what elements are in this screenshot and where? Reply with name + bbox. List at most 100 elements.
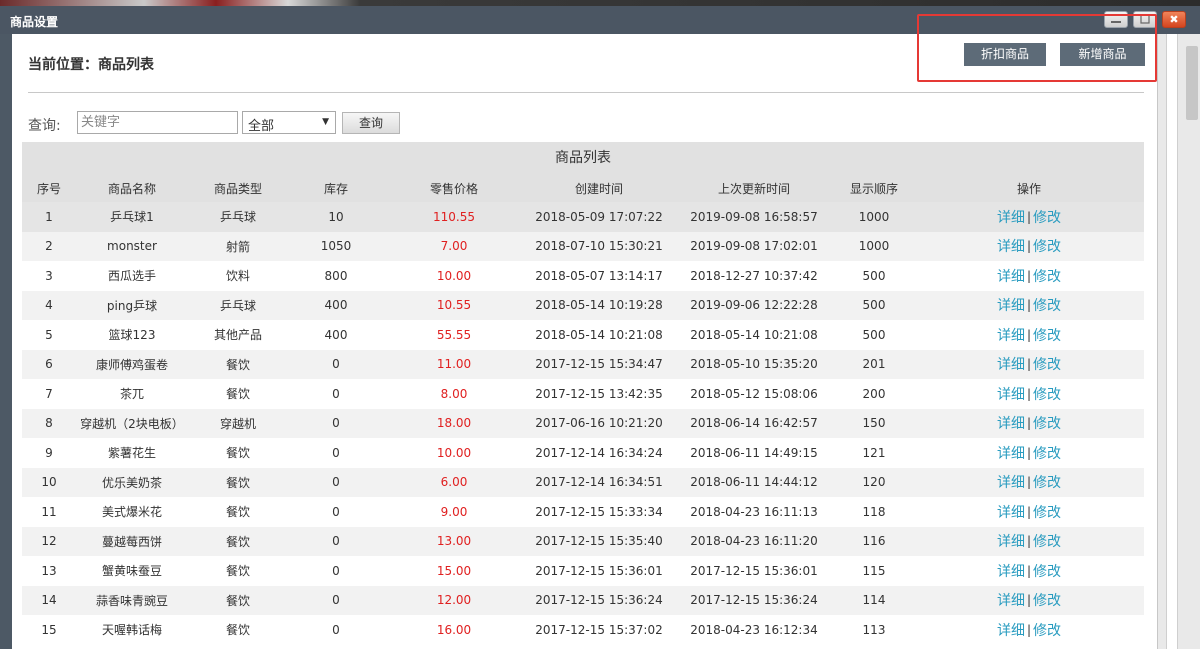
cell-updated: 2018-04-23 16:12:34 <box>690 622 818 637</box>
edit-link[interactable]: 修改 <box>1033 266 1061 286</box>
edit-link[interactable]: 修改 <box>1033 325 1061 345</box>
detail-link[interactable]: 详细 <box>997 502 1025 522</box>
scrollbar-track[interactable] <box>1166 34 1178 649</box>
edit-link[interactable]: 修改 <box>1033 354 1061 374</box>
cell-name: 蟹黄味蚕豆 <box>101 564 162 579</box>
detail-link[interactable]: 详细 <box>997 443 1025 463</box>
cell-no: 12 <box>41 534 57 549</box>
cell-created: 2018-05-14 10:19:28 <box>535 298 663 313</box>
maximize-button[interactable] <box>1133 11 1157 28</box>
minimize-button[interactable] <box>1104 11 1128 28</box>
type-select-value: 全部 <box>248 119 275 134</box>
table-row: 12 蔓越莓西饼 餐饮 0 13.00 2017-12-15 15:35:40 2018-0… <box>22 526 1144 556</box>
close-icon: ✖ <box>1169 13 1179 26</box>
cell-type: 餐饮 <box>225 475 250 490</box>
edit-link[interactable]: 修改 <box>1033 413 1061 433</box>
cell-price: 18.00 <box>436 416 472 431</box>
cell-price: 16.00 <box>436 622 472 637</box>
table-row: 14 蒜香味青豌豆 餐饮 0 12.00 2017-12-15 15:36:24 2017-… <box>22 585 1144 615</box>
cell-price: 10.00 <box>436 445 472 460</box>
cell-actions: 详细 | 修改 <box>954 232 1104 262</box>
cell-price: 11.00 <box>436 357 472 372</box>
cell-created: 2017-12-15 15:36:01 <box>535 563 663 578</box>
column-header-type: 商品类型 <box>213 182 262 196</box>
titlebar[interactable]: 商品设置 ✖ <box>0 6 1200 34</box>
cell-order: 118 <box>862 504 886 519</box>
close-button[interactable]: ✖ <box>1162 11 1186 28</box>
table-row: 7 茶兀 餐饮 0 8.00 2017-12-15 13:42:35 2018-05-12 … <box>22 379 1144 409</box>
detail-link[interactable]: 详细 <box>997 384 1025 404</box>
cell-type: 餐饮 <box>225 623 250 638</box>
cell-name: 穿越机（2块电板） <box>80 416 184 431</box>
cell-type: 其他产品 <box>213 328 262 343</box>
cell-order: 120 <box>862 475 886 490</box>
edit-link[interactable]: 修改 <box>1033 443 1061 463</box>
cell-actions: 详细 | 修改 <box>954 438 1104 468</box>
edit-link[interactable]: 修改 <box>1033 561 1061 581</box>
cell-order: 150 <box>862 416 886 431</box>
cell-updated: 2017-12-15 15:36:01 <box>690 563 818 578</box>
cell-created: 2017-12-15 15:33:34 <box>535 504 663 519</box>
cell-price: 15.00 <box>436 563 472 578</box>
edit-link[interactable]: 修改 <box>1033 295 1061 315</box>
edit-link[interactable]: 修改 <box>1033 502 1061 522</box>
edit-link[interactable]: 修改 <box>1033 207 1061 227</box>
cell-created: 2018-05-14 10:21:08 <box>535 327 663 342</box>
detail-link[interactable]: 详细 <box>997 236 1025 256</box>
edit-link[interactable]: 修改 <box>1033 384 1061 404</box>
cell-type: 餐饮 <box>225 505 250 520</box>
cell-order: 500 <box>862 268 886 283</box>
detail-link[interactable]: 详细 <box>997 295 1025 315</box>
cell-order: 116 <box>862 534 886 549</box>
table-row: 2 monster 射箭 1050 7.00 2018-07-10 15:30:21 201… <box>22 231 1144 262</box>
cell-name: 优乐美奶茶 <box>101 475 162 490</box>
cell-updated: 2018-12-27 10:37:42 <box>690 268 818 283</box>
detail-link[interactable]: 详细 <box>997 531 1025 551</box>
edit-link[interactable]: 修改 <box>1033 590 1061 610</box>
cell-type: 射箭 <box>225 239 250 254</box>
cell-name: monster <box>107 239 157 254</box>
detail-link[interactable]: 详细 <box>997 413 1025 433</box>
maximize-icon <box>1134 12 1156 27</box>
cell-updated: 2018-06-14 16:42:57 <box>690 416 818 431</box>
query-button[interactable]: 查询 <box>342 112 400 134</box>
edit-link[interactable]: 修改 <box>1033 531 1061 551</box>
detail-link[interactable]: 详细 <box>997 354 1025 374</box>
column-header-created: 创建时间 <box>574 182 623 196</box>
cell-stock: 0 <box>332 475 340 490</box>
cell-created: 2018-07-10 15:30:21 <box>535 239 663 254</box>
action-separator: | <box>1026 209 1032 224</box>
type-select[interactable]: 全部 ▼ <box>242 111 336 134</box>
detail-link[interactable]: 详细 <box>997 561 1025 581</box>
detail-link[interactable]: 详细 <box>997 207 1025 227</box>
detail-link[interactable]: 详细 <box>997 590 1025 610</box>
detail-link[interactable]: 详细 <box>997 325 1025 345</box>
cell-created: 2017-12-15 13:42:35 <box>535 386 663 401</box>
detail-link[interactable]: 详细 <box>997 266 1025 286</box>
cell-created: 2018-05-07 13:14:17 <box>535 268 663 283</box>
add-goods-button[interactable]: 新增商品 <box>1060 43 1145 66</box>
cell-type: 穿越机 <box>219 416 256 431</box>
cell-price: 10.00 <box>436 268 472 283</box>
edit-link[interactable]: 修改 <box>1033 236 1061 256</box>
cell-actions: 详细 | 修改 <box>954 468 1104 498</box>
action-separator: | <box>1026 445 1032 460</box>
keyword-input[interactable] <box>77 111 238 134</box>
table-caption: 商品列表 <box>22 142 1144 175</box>
cell-price: 10.55 <box>436 298 472 313</box>
scrollbar-thumb[interactable] <box>1186 46 1198 120</box>
cell-no: 11 <box>41 504 57 519</box>
cell-actions: 详细 | 修改 <box>954 261 1104 291</box>
cell-price: 6.00 <box>440 475 468 490</box>
cell-no: 10 <box>41 475 57 490</box>
action-separator: | <box>1026 563 1032 578</box>
detail-link[interactable]: 详细 <box>997 472 1025 492</box>
discount-goods-button[interactable]: 折扣商品 <box>964 43 1046 66</box>
cell-order: 121 <box>862 445 886 460</box>
minimize-icon <box>1105 12 1127 27</box>
cell-order: 200 <box>862 386 886 401</box>
table-body: 1 乒乓球1 乒乓球 10 110.55 2018-05-09 17:07:22 2019-… <box>22 202 1144 645</box>
detail-link[interactable]: 详细 <box>997 620 1025 640</box>
edit-link[interactable]: 修改 <box>1033 620 1061 640</box>
edit-link[interactable]: 修改 <box>1033 472 1061 492</box>
